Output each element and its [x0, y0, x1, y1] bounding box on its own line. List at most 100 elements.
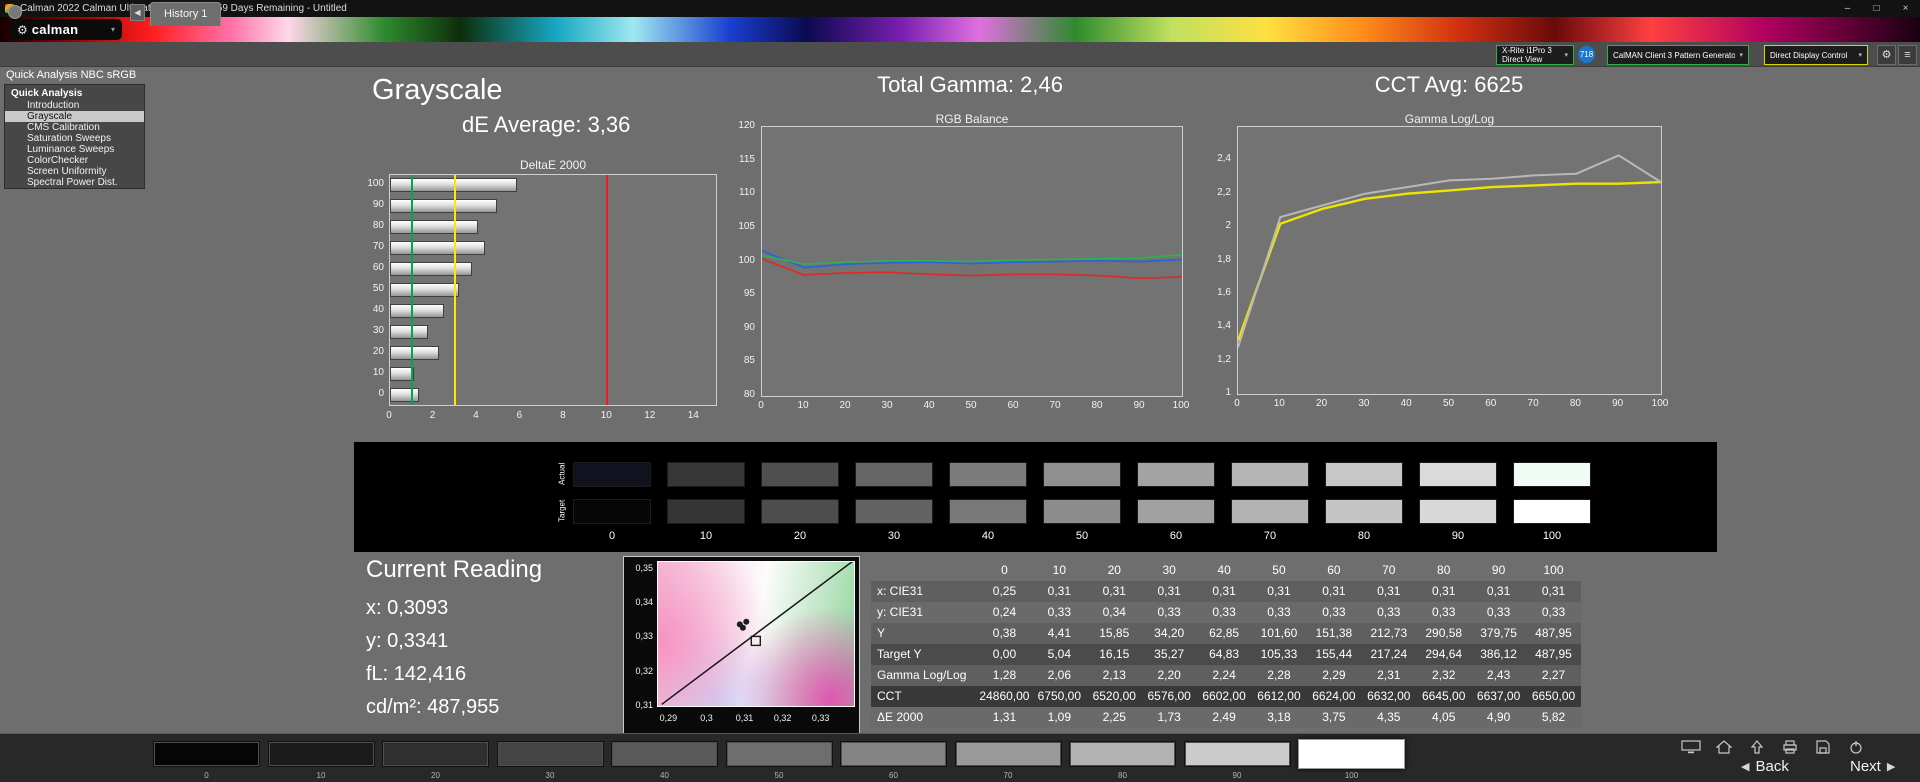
- settings-gear-button[interactable]: ⚙: [1877, 45, 1896, 65]
- table-cell: 0,31: [1361, 581, 1416, 602]
- cie-y-tick: 0,33: [625, 631, 653, 641]
- deltae-bar-50: [390, 283, 459, 297]
- sidebar-item-screen-uniformity[interactable]: Screen Uniformity: [5, 166, 144, 177]
- table-header-cell: 30: [1142, 560, 1197, 581]
- deltae-x-tick: 12: [635, 410, 665, 421]
- deltae-bar-40: [390, 304, 444, 318]
- deltae-x-tick: 10: [591, 410, 621, 421]
- table-cell: 0,31: [1526, 581, 1581, 602]
- calman-logo-menu[interactable]: ⚙ calman ▾: [10, 19, 122, 40]
- table-cell: 6750,00: [1032, 686, 1087, 707]
- maximize-button[interactable]: □: [1862, 0, 1891, 17]
- rgb_balance-y-tick: 115: [713, 154, 755, 165]
- table-row: ΔE 20001,311,092,251,732,493,183,754,354…: [871, 707, 1581, 728]
- table-row-label: y: CIE31: [871, 602, 977, 623]
- chevron-down-icon: ▾: [1739, 51, 1743, 59]
- table-cell: 6612,00: [1252, 686, 1307, 707]
- sidebar-item-introduction[interactable]: Introduction: [5, 100, 144, 111]
- table-row: y: CIE310,240,330,340,330,330,330,330,33…: [871, 602, 1581, 623]
- display-control-dropdown[interactable]: Direct Display Control ▾: [1764, 45, 1868, 65]
- reading-fl: fL: 142,416: [366, 663, 466, 686]
- table-row: Target Y0,005,0416,1535,2764,83105,33155…: [871, 644, 1581, 665]
- actual-swatch-80: [1325, 462, 1403, 487]
- gamma_loglog-y-tick: 2,4: [1189, 153, 1231, 164]
- app-menu-button[interactable]: [8, 5, 22, 19]
- power-icon[interactable]: [1845, 739, 1867, 754]
- next-label: Next: [1850, 758, 1881, 775]
- table-cell: 487,95: [1526, 644, 1581, 665]
- gamma_loglog-y-tick: 1,4: [1189, 320, 1231, 331]
- rgb_balance-x-tick: 40: [914, 400, 944, 411]
- deltae-ref-yellow: [454, 175, 456, 405]
- gamma_loglog-x-tick: 10: [1264, 398, 1294, 409]
- meter-dropdown[interactable]: X-Rite i1Pro 3Direct View ▾: [1496, 45, 1574, 65]
- pattern-swatch-40[interactable]: [611, 741, 718, 767]
- cie-y-tick: 0,31: [625, 700, 653, 710]
- arrow-up-icon[interactable]: [1746, 739, 1768, 754]
- pattern-count-badge: 718: [1578, 46, 1595, 63]
- menu-button[interactable]: ≡: [1898, 45, 1917, 65]
- measured-point: [740, 625, 746, 631]
- table-row-label: Y: [871, 623, 977, 644]
- pattern-swatch-10[interactable]: [268, 741, 375, 767]
- rgb_balance-x-tick: 90: [1124, 400, 1154, 411]
- cie-x-tick: 0,29: [654, 713, 682, 723]
- calman-app-window: Calman 2022 Calman Ultimate for Business…: [0, 0, 1920, 782]
- sidebar-item-saturation-sweeps[interactable]: Saturation Sweeps: [5, 133, 144, 144]
- pattern-swatch-100[interactable]: [1298, 739, 1405, 769]
- total-gamma-stat: Total Gamma: 2,46: [815, 72, 1125, 98]
- sidebar-item-luminance-sweeps[interactable]: Luminance Sweeps: [5, 144, 144, 155]
- gamma_loglog-x-tick: 80: [1560, 398, 1590, 409]
- cie-y-tick: 0,32: [625, 666, 653, 676]
- pattern-swatch-50[interactable]: [726, 741, 833, 767]
- gamma-plot: [1237, 126, 1662, 395]
- source-dropdown[interactable]: CalMAN Client 3 Pattern Generator ▾: [1607, 45, 1749, 65]
- pattern-swatch-30[interactable]: [497, 741, 604, 767]
- table-cell: 2,43: [1471, 665, 1526, 686]
- next-button[interactable]: Next ▶: [1850, 758, 1895, 775]
- table-header-cell: 0: [977, 560, 1032, 581]
- sidebar-root[interactable]: Quick Analysis: [5, 87, 144, 100]
- sidebar-item-grayscale[interactable]: Grayscale: [5, 111, 144, 122]
- minimize-button[interactable]: –: [1833, 0, 1862, 17]
- table-cell: 6520,00: [1087, 686, 1142, 707]
- table-header-row: 0102030405060708090100: [871, 560, 1581, 581]
- pattern-swatch-0[interactable]: [153, 741, 260, 767]
- target-swatch-90: [1419, 499, 1497, 524]
- close-button[interactable]: ×: [1891, 0, 1920, 17]
- printer-icon[interactable]: [1779, 739, 1801, 754]
- tab-history-1[interactable]: History 1: [150, 2, 221, 26]
- pattern-swatch-70[interactable]: [955, 741, 1062, 767]
- pattern-swatch-90[interactable]: [1184, 741, 1291, 767]
- pattern-swatch-80[interactable]: [1069, 741, 1176, 767]
- de-average-stat: dE Average: 3,36: [462, 112, 630, 138]
- target-swatch-60: [1137, 499, 1215, 524]
- table-header-corner: [871, 560, 977, 581]
- rgb-chart-title: RGB Balance: [761, 112, 1183, 126]
- pattern-swatch-20[interactable]: [382, 741, 489, 767]
- swatch-level-label: 80: [1325, 530, 1403, 542]
- next-arrow-icon: ▶: [1887, 760, 1895, 773]
- gamma_loglog-y-tick: 1: [1189, 387, 1231, 398]
- cie-x-tick: 0,3: [693, 713, 721, 723]
- swatch-level-label: 20: [761, 530, 839, 542]
- deltae-bar-90: [390, 199, 497, 213]
- save-icon[interactable]: [1812, 739, 1834, 754]
- home-icon[interactable]: [1713, 739, 1735, 754]
- sidebar-collapse-button[interactable]: ◀: [130, 4, 145, 21]
- swatch-level-label: 60: [1137, 530, 1215, 542]
- pattern-swatch-60[interactable]: [840, 741, 947, 767]
- table-cell: 0,33: [1306, 602, 1361, 623]
- back-button[interactable]: ◀ Back: [1741, 758, 1789, 775]
- gamma_loglog-y-tick: 1,6: [1189, 287, 1231, 298]
- sidebar-item-cms-calibration[interactable]: CMS Calibration: [5, 122, 144, 133]
- actual-swatch-40: [949, 462, 1027, 487]
- table-cell: 64,83: [1197, 644, 1252, 665]
- table-cell: 5,04: [1032, 644, 1087, 665]
- deltae-y-tick: 10: [332, 367, 384, 378]
- sidebar-item-colorchecker[interactable]: ColorChecker: [5, 155, 144, 166]
- pattern-swatch-label: 50: [726, 771, 833, 780]
- monitor-icon[interactable]: [1680, 739, 1702, 754]
- rgb_balance-x-tick: 10: [788, 400, 818, 411]
- sidebar-item-spectral-power-dist-[interactable]: Spectral Power Dist.: [5, 177, 144, 188]
